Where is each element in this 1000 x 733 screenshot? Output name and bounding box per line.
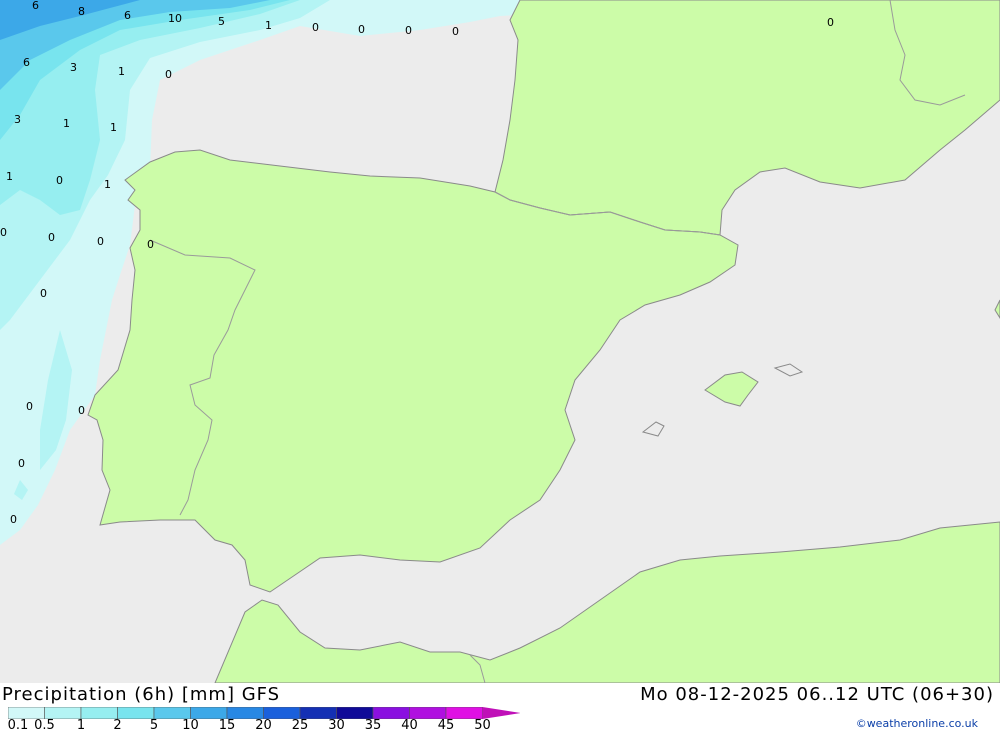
contour-label: 0 [827, 16, 834, 29]
legend-labels: 0.1 0.5 1 2 5 10 15 20 25 30 35 40 45 50 [0, 718, 520, 733]
contour-label: 1 [118, 65, 125, 78]
legend-label: 30 [328, 718, 345, 733]
contour-label: 6 [23, 56, 30, 69]
credit-link[interactable]: ©weatheronline.co.uk [856, 717, 978, 730]
contour-label: 0 [10, 513, 17, 526]
contour-label: 0 [358, 23, 365, 36]
contour-label: 0 [48, 231, 55, 244]
contour-label: 0 [97, 235, 104, 248]
map-footer: Precipitation (6h) [mm] GFS Mo 08-12-202… [0, 683, 1000, 733]
contour-label: 1 [265, 19, 272, 32]
contour-label: 1 [6, 170, 13, 183]
contour-label: 0 [0, 226, 7, 239]
contour-label: 0 [56, 174, 63, 187]
contour-label: 0 [26, 400, 33, 413]
contour-label: 1 [104, 178, 111, 191]
legend-label: 20 [255, 718, 272, 733]
legend-label: 2 [113, 718, 122, 733]
legend-label: 35 [364, 718, 382, 733]
contour-label: 0 [452, 25, 459, 38]
legend-label: 0.5 [34, 718, 55, 733]
contour-label: 0 [147, 238, 154, 251]
legend-label: 5 [149, 718, 159, 733]
contour-label: 6 [124, 9, 131, 22]
legend-label: 25 [291, 718, 309, 733]
contour-label: 8 [78, 5, 85, 18]
legend-label: 40 [401, 718, 418, 733]
forecast-datetime: Mo 08-12-2025 06..12 UTC (06+30) [640, 684, 994, 705]
contour-label: 5 [218, 15, 225, 28]
contour-label: 3 [14, 113, 21, 126]
contour-label: 0 [312, 21, 319, 34]
legend-label: 50 [474, 718, 491, 733]
map-title: Precipitation (6h) [mm] GFS [2, 684, 281, 705]
contour-label: 1 [63, 117, 70, 130]
contour-label: 6 [32, 0, 39, 12]
legend-label: 0.1 [7, 718, 29, 733]
precipitation-map: 6 8 6 10 5 1 0 0 0 0 0 6 3 1 0 3 1 1 1 0… [0, 0, 1000, 683]
contour-label: 1 [110, 121, 117, 134]
contour-label: 0 [78, 404, 85, 417]
contour-label: 0 [405, 24, 412, 37]
legend-label: 15 [218, 718, 236, 733]
contour-label: 0 [40, 287, 47, 300]
contour-label: 0 [18, 457, 25, 470]
legend-label: 10 [182, 718, 199, 733]
legend-label: 45 [437, 718, 455, 733]
legend-label: 1 [76, 718, 86, 733]
contour-label: 10 [168, 12, 182, 25]
contour-label: 3 [70, 61, 77, 74]
contour-label: 0 [165, 68, 172, 81]
